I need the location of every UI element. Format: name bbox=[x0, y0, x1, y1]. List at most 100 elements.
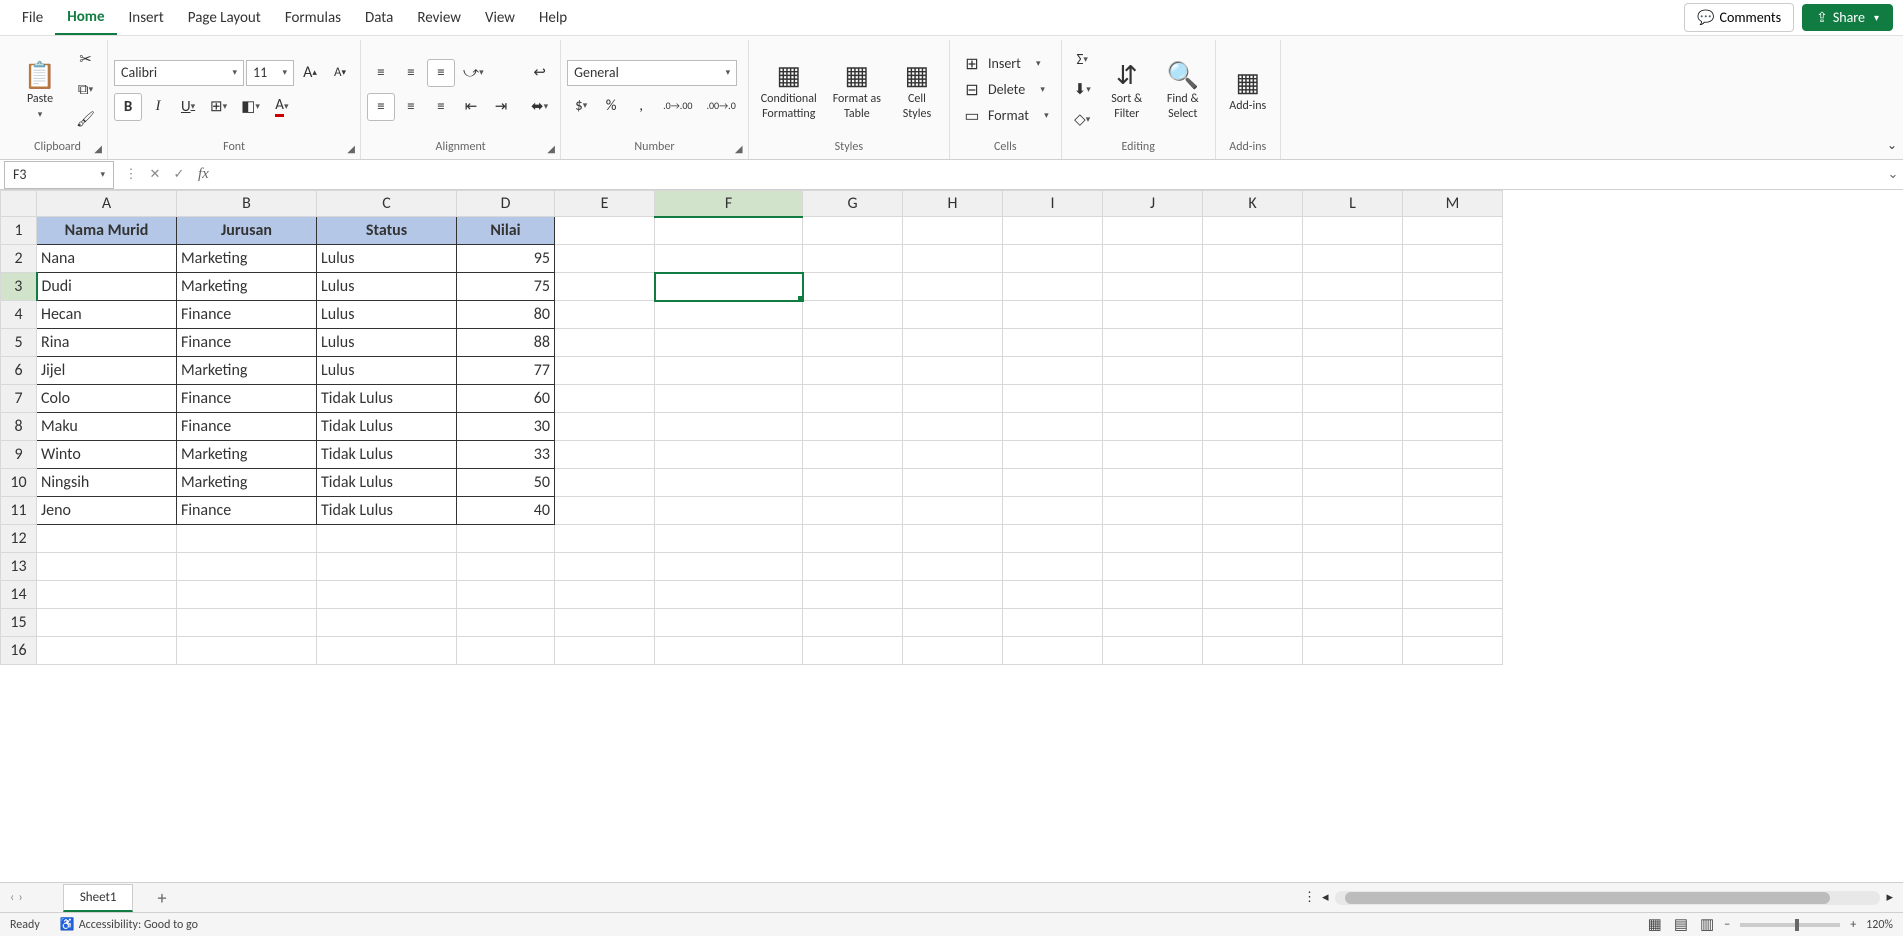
cell-M4[interactable] bbox=[1403, 301, 1503, 329]
row-header-13[interactable]: 13 bbox=[1, 553, 37, 581]
zoom-in-button[interactable]: + bbox=[1850, 918, 1856, 932]
cell-K15[interactable] bbox=[1203, 609, 1303, 637]
row-header-10[interactable]: 10 bbox=[1, 469, 37, 497]
cell-L10[interactable] bbox=[1303, 469, 1403, 497]
cell-A1[interactable]: Nama Murid bbox=[37, 217, 177, 245]
sheet-tab-1[interactable]: Sheet1 bbox=[63, 884, 134, 912]
cell-F13[interactable] bbox=[655, 553, 803, 581]
cell-J12[interactable] bbox=[1103, 525, 1203, 553]
cell-C11[interactable]: Tidak Lulus bbox=[317, 497, 457, 525]
cell-A12[interactable] bbox=[37, 525, 177, 553]
cell-J6[interactable] bbox=[1103, 357, 1203, 385]
col-header-J[interactable]: J bbox=[1103, 191, 1203, 217]
cell-K9[interactable] bbox=[1203, 441, 1303, 469]
cell-C7[interactable]: Tidak Lulus bbox=[317, 385, 457, 413]
cell-C15[interactable] bbox=[317, 609, 457, 637]
cell-B15[interactable] bbox=[177, 609, 317, 637]
cut-button[interactable]: ✂ bbox=[70, 46, 101, 74]
cell-L2[interactable] bbox=[1303, 245, 1403, 273]
percent-button[interactable]: % bbox=[597, 92, 625, 120]
zoom-level[interactable]: 120% bbox=[1866, 918, 1893, 932]
cell-E14[interactable] bbox=[555, 581, 655, 609]
row-header-3[interactable]: 3 bbox=[1, 273, 37, 301]
cell-E3[interactable] bbox=[555, 273, 655, 301]
comma-button[interactable]: , bbox=[627, 92, 655, 120]
cell-G13[interactable] bbox=[803, 553, 903, 581]
cell-H12[interactable] bbox=[903, 525, 1003, 553]
cell-E9[interactable] bbox=[555, 441, 655, 469]
menu-help[interactable]: Help bbox=[527, 2, 579, 34]
cell-B14[interactable] bbox=[177, 581, 317, 609]
cell-F12[interactable] bbox=[655, 525, 803, 553]
cell-E2[interactable] bbox=[555, 245, 655, 273]
cell-M15[interactable] bbox=[1403, 609, 1503, 637]
font-size-select[interactable]: 11▾ bbox=[246, 60, 294, 86]
cell-M7[interactable] bbox=[1403, 385, 1503, 413]
cell-L7[interactable] bbox=[1303, 385, 1403, 413]
cell-G2[interactable] bbox=[803, 245, 903, 273]
cell-M9[interactable] bbox=[1403, 441, 1503, 469]
cell-G15[interactable] bbox=[803, 609, 903, 637]
format-as-table-button[interactable]: ▦ Format as Table bbox=[827, 54, 887, 125]
merge-button[interactable]: ⬌▾ bbox=[525, 93, 554, 121]
cell-B4[interactable]: Finance bbox=[177, 301, 317, 329]
cell-H8[interactable] bbox=[903, 413, 1003, 441]
cell-K6[interactable] bbox=[1203, 357, 1303, 385]
fill-color-button[interactable]: ◧ ▾ bbox=[235, 93, 266, 121]
cell-A4[interactable]: Hecan bbox=[37, 301, 177, 329]
cell-L16[interactable] bbox=[1303, 637, 1403, 665]
cell-H2[interactable] bbox=[903, 245, 1003, 273]
cell-L9[interactable] bbox=[1303, 441, 1403, 469]
cell-H1[interactable] bbox=[903, 217, 1003, 245]
cell-J5[interactable] bbox=[1103, 329, 1203, 357]
cell-E1[interactable] bbox=[555, 217, 655, 245]
cell-K5[interactable] bbox=[1203, 329, 1303, 357]
hscroll-left[interactable]: ◂ bbox=[1322, 890, 1329, 905]
cell-J2[interactable] bbox=[1103, 245, 1203, 273]
row-header-9[interactable]: 9 bbox=[1, 441, 37, 469]
cell-J1[interactable] bbox=[1103, 217, 1203, 245]
hscroll-thumb[interactable] bbox=[1345, 892, 1831, 904]
font-name-select[interactable]: Calibri▾ bbox=[114, 60, 244, 86]
cell-E15[interactable] bbox=[555, 609, 655, 637]
zoom-slider[interactable] bbox=[1740, 923, 1840, 927]
cell-C12[interactable] bbox=[317, 525, 457, 553]
cell-E4[interactable] bbox=[555, 301, 655, 329]
cell-I8[interactable] bbox=[1003, 413, 1103, 441]
cell-H11[interactable] bbox=[903, 497, 1003, 525]
cell-L15[interactable] bbox=[1303, 609, 1403, 637]
cell-B6[interactable]: Marketing bbox=[177, 357, 317, 385]
cell-L5[interactable] bbox=[1303, 329, 1403, 357]
cell-H16[interactable] bbox=[903, 637, 1003, 665]
page-break-view-button[interactable]: ▥ bbox=[1700, 915, 1714, 934]
col-header-A[interactable]: A bbox=[37, 191, 177, 217]
find-select-button[interactable]: 🔍 Find & Select bbox=[1157, 54, 1209, 125]
comments-button[interactable]: 💬 Comments bbox=[1684, 3, 1794, 32]
number-launcher[interactable]: ◢ bbox=[732, 141, 746, 155]
cell-J3[interactable] bbox=[1103, 273, 1203, 301]
cell-E10[interactable] bbox=[555, 469, 655, 497]
cell-E13[interactable] bbox=[555, 553, 655, 581]
underline-button[interactable]: U ▾ bbox=[174, 93, 202, 121]
page-layout-view-button[interactable]: ▤ bbox=[1674, 915, 1688, 934]
cell-D9[interactable]: 33 bbox=[457, 441, 555, 469]
cell-A9[interactable]: Winto bbox=[37, 441, 177, 469]
conditional-formatting-button[interactable]: ▦ Conditional Formatting bbox=[755, 54, 823, 125]
cell-D13[interactable] bbox=[457, 553, 555, 581]
cell-J15[interactable] bbox=[1103, 609, 1203, 637]
cell-K11[interactable] bbox=[1203, 497, 1303, 525]
cell-A7[interactable]: Colo bbox=[37, 385, 177, 413]
alignment-launcher[interactable]: ◢ bbox=[544, 141, 558, 155]
clear-button[interactable]: ◇▾ bbox=[1068, 106, 1097, 134]
cell-F4[interactable] bbox=[655, 301, 803, 329]
menu-page-layout[interactable]: Page Layout bbox=[176, 2, 273, 34]
cell-I16[interactable] bbox=[1003, 637, 1103, 665]
cell-K3[interactable] bbox=[1203, 273, 1303, 301]
cell-L14[interactable] bbox=[1303, 581, 1403, 609]
cell-G8[interactable] bbox=[803, 413, 903, 441]
fill-button[interactable]: ⬇▾ bbox=[1068, 76, 1097, 104]
cell-B8[interactable]: Finance bbox=[177, 413, 317, 441]
format-cells-button[interactable]: ▭ Format ▾ bbox=[956, 104, 1055, 128]
cell-G7[interactable] bbox=[803, 385, 903, 413]
cell-H5[interactable] bbox=[903, 329, 1003, 357]
